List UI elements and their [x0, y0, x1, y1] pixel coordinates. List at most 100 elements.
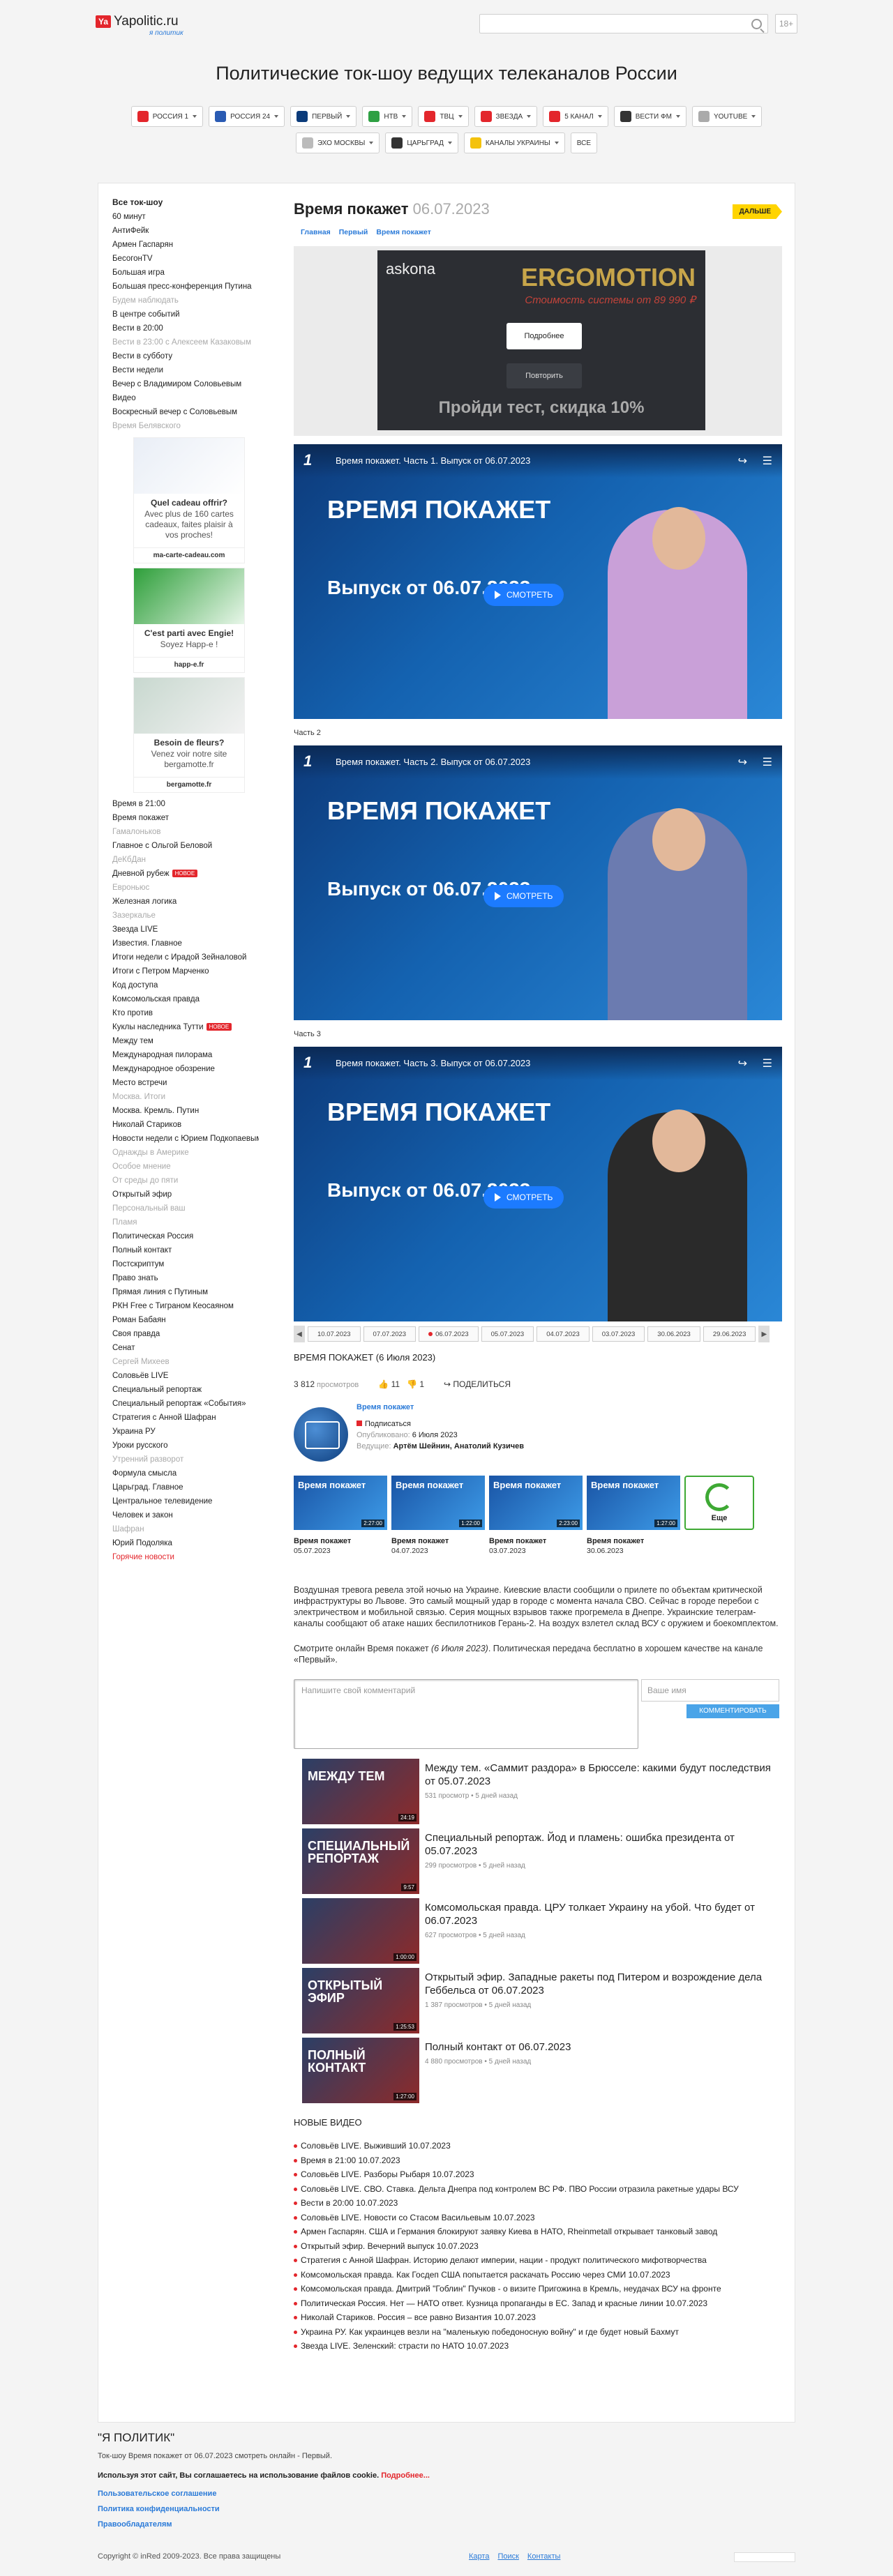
new-video-link[interactable]: Политическая Россия. Нет — НАТО ответ. К… [294, 2296, 775, 2311]
video-player[interactable]: 1 Время покажет. Часть 1. Выпуск от 06.07… [294, 444, 782, 719]
sidebar-item[interactable]: Пламя [112, 1215, 259, 1229]
channel-button[interactable]: Все [570, 132, 598, 153]
sidebar-item[interactable]: Большая игра [112, 266, 259, 280]
date-tab[interactable]: 06.07.2023 [419, 1326, 479, 1342]
related-thumbnail[interactable]: Время покажет 2:23:00 [489, 1476, 583, 1530]
sidebar-item[interactable]: Украина РУ [112, 1425, 259, 1439]
footer-menu-contacts[interactable]: Контакты [527, 2552, 561, 2561]
sidebar-item[interactable]: Москва. Итоги [112, 1090, 259, 1104]
breadcrumb-item[interactable]: Главная [301, 228, 331, 236]
comment-textarea[interactable]: Напишите свой комментарий [294, 1679, 638, 1749]
next-button[interactable]: ДАЛЬШЕ [732, 204, 782, 219]
channel-button[interactable]: Вести ФМ [613, 106, 686, 127]
video-player[interactable]: 1 Время покажет. Часть 2. Выпуск от 06.07… [294, 745, 782, 1020]
like-button[interactable]: 👍 11 [378, 1379, 400, 1389]
sidebar-item[interactable]: Москва. Кремль. Путин [112, 1104, 259, 1118]
recommended-title[interactable]: Специальный репортаж. Йод и пламень: оши… [425, 1831, 782, 1858]
menu-icon[interactable]: ☰ [763, 755, 772, 769]
sidebar-item[interactable]: Дневной рубеж НОВОЕ [112, 867, 259, 881]
sidebar-item[interactable]: Международная пилорама [112, 1048, 259, 1062]
recommended-thumbnail[interactable]: 1:00:00 [302, 1898, 419, 1964]
sidebar-item[interactable]: Формула смысла [112, 1467, 259, 1480]
watch-button[interactable]: СМОТРЕТЬ [483, 1186, 564, 1209]
recommended-title[interactable]: Открытый эфир. Западные ракеты под Питер… [425, 1971, 782, 1997]
prev-arrow-icon[interactable]: ◀ [294, 1326, 305, 1342]
author-name[interactable]: Время покажет [357, 1403, 414, 1411]
recommended-item[interactable]: ОТКРЫТЫЙ ЭФИР 1:25:53 Открытый эфир. Запад… [294, 1968, 782, 2038]
date-tab[interactable]: 10.07.2023 [308, 1326, 361, 1342]
name-input[interactable]: Ваше имя [641, 1679, 779, 1702]
channel-button[interactable]: 5 канал [543, 106, 608, 127]
sidebar-item[interactable]: Видео [112, 391, 259, 405]
sidebar-ad[interactable]: C'est parti avec Engie! Soyez Happ-e ! hap… [133, 568, 245, 673]
new-video-link[interactable]: Украина РУ. Как украинцев везли на "мале… [294, 2325, 775, 2340]
sidebar-item[interactable]: Сергей Михеев [112, 1355, 259, 1369]
sidebar-item[interactable]: Вести недели [112, 363, 259, 377]
sidebar-item[interactable]: Комсомольская правда [112, 992, 259, 1006]
sidebar-item[interactable]: Сенат [112, 1341, 259, 1355]
new-video-link[interactable]: Соловьёв LIVE. Разборы Рыбаря 10.07.2023 [294, 2167, 775, 2182]
recommended-title[interactable]: Комсомольская правда. ЦРУ толкает Украин… [425, 1901, 782, 1927]
sidebar-title[interactable]: Все ток-шоу [112, 197, 259, 207]
recommended-title[interactable]: Полный контакт от 06.07.2023 [425, 2040, 571, 2054]
video-title[interactable]: Время покажет. Часть 3. Выпуск от 06.07.… [336, 1058, 530, 1068]
sidebar-item[interactable]: Специальный репортаж «События» [112, 1397, 259, 1411]
sidebar-item[interactable]: Время покажет [112, 811, 259, 825]
sidebar-item[interactable]: Куклы наследника Тутти НОВОЕ [112, 1020, 259, 1034]
sidebar-item[interactable]: Особое мнение [112, 1160, 259, 1174]
sidebar-item[interactable]: Большая пресс-конференция Путина [112, 280, 259, 294]
sidebar-item[interactable]: В центре событий [112, 308, 259, 321]
sidebar-ad[interactable]: Quel cadeau offrir? Avec plus de 160 cart… [133, 437, 245, 563]
sidebar-item[interactable]: Главное с Ольгой Беловой [112, 839, 259, 853]
new-video-link[interactable]: Вести в 20:00 10.07.2023 [294, 2196, 775, 2211]
sidebar-item[interactable]: Постскриптум [112, 1257, 259, 1271]
sidebar-item[interactable]: Международное обозрение [112, 1062, 259, 1076]
related-episode[interactable]: Время покажет 2:27:00 Время покажет 05.07.2… [294, 1476, 391, 1555]
sidebar-item[interactable]: Зазеркалье [112, 909, 259, 923]
sidebar-item[interactable]: Известия. Главное [112, 937, 259, 950]
sidebar-item[interactable]: Своя правда [112, 1327, 259, 1341]
sidebar-item[interactable]: Итоги с Петром Марченко [112, 964, 259, 978]
channel-button[interactable]: Россия 24 [209, 106, 285, 127]
sidebar-item[interactable]: Царьград. Главное [112, 1480, 259, 1494]
footer-menu-map[interactable]: Карта [469, 2552, 489, 2561]
new-video-link[interactable]: Соловьёв LIVE. Новости со Стасом Василье… [294, 2211, 775, 2225]
new-video-link[interactable]: Стратегия с Анной Шафран. Историю делают… [294, 2253, 775, 2268]
video-title[interactable]: Время покажет. Часть 2. Выпуск от 06.07.… [336, 757, 530, 767]
channel-button[interactable]: НТВ [362, 106, 413, 127]
ad-repeat-button[interactable]: Повторить [506, 363, 582, 388]
sidebar-item[interactable]: Время в 21:00 [112, 797, 259, 811]
sidebar-item[interactable]: Место встречи [112, 1076, 259, 1090]
channel-button[interactable]: Звезда [474, 106, 538, 127]
channel-button[interactable]: Царьград [385, 132, 458, 153]
footer-link-rights[interactable]: Правообладателям [98, 2520, 795, 2529]
recommended-thumbnail[interactable]: ОТКРЫТЫЙ ЭФИР 1:25:53 [302, 1968, 419, 2033]
sidebar-item[interactable]: Центральное телевидение [112, 1494, 259, 1508]
sidebar-item[interactable]: Стратегия с Анной Шафран [112, 1411, 259, 1425]
sidebar-item[interactable]: Утренний разворот [112, 1453, 259, 1467]
recommended-title[interactable]: Между тем. «Саммит раздора» в Брюсселе: … [425, 1761, 782, 1788]
new-video-link[interactable]: Комсомольская правда. Дмитрий "Гоблин" П… [294, 2282, 775, 2296]
comment-submit-button[interactable]: КОММЕНТИРОВАТЬ [686, 1704, 779, 1718]
sidebar-item[interactable]: Вечер с Владимиром Соловьевым [112, 377, 259, 391]
subscribe-button[interactable]: Подписаться [357, 1420, 411, 1428]
recommended-thumbnail[interactable]: ПОЛНЫЙ КОНТАКТ 1:27:00 [302, 2038, 419, 2103]
new-video-link[interactable]: Звезда LIVE. Зеленский: страсти по НАТО … [294, 2339, 775, 2354]
date-tab[interactable]: 07.07.2023 [363, 1326, 417, 1342]
share-icon[interactable]: ↪ [738, 454, 747, 468]
ad-more-button[interactable]: Подробнее [506, 323, 582, 349]
recommended-thumbnail[interactable]: СПЕЦИАЛЬНЫЙ РЕПОРТАЖ 9:57 [302, 1828, 419, 1894]
sidebar-item[interactable]: Код доступа [112, 978, 259, 992]
sidebar-item[interactable]: АнтиФейк [112, 224, 259, 238]
sidebar-item[interactable]: Вести в 23:00 с Алексеем Казаковым [112, 335, 259, 349]
share-icon[interactable]: ↪ [738, 755, 747, 769]
recommended-thumbnail[interactable]: МЕЖДУ ТЕМ 24:19 [302, 1759, 419, 1824]
dislike-button[interactable]: 👎 1 [407, 1379, 424, 1389]
sidebar-item[interactable]: Новости недели с Юрием Подкопаевым [112, 1132, 259, 1146]
sidebar-item[interactable]: Однажды в Америке [112, 1146, 259, 1160]
sidebar-item[interactable]: Время Белявского [112, 419, 259, 433]
sidebar-item[interactable]: Соловьёв LIVE [112, 1369, 259, 1383]
new-video-link[interactable]: Открытый эфир. Вечерний выпуск 10.07.202… [294, 2239, 775, 2254]
share-icon[interactable]: ↪ [738, 1056, 747, 1070]
footer-link-privacy[interactable]: Политика конфиденциальности [98, 2505, 795, 2513]
